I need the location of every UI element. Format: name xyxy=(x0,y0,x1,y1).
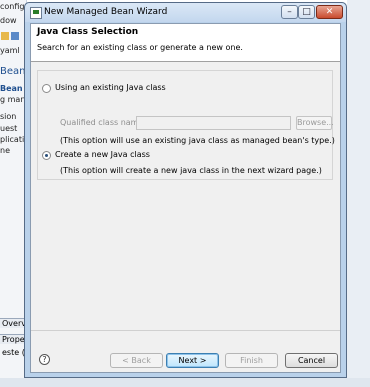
title-bar[interactable]: New Managed Bean Wizard – □ ✕ xyxy=(25,3,346,22)
bg-tab-overview[interactable]: Overvie xyxy=(0,318,26,328)
minimize-button[interactable]: – xyxy=(281,5,298,19)
create-class-radio[interactable] xyxy=(42,151,51,160)
next-button[interactable]: Next > xyxy=(166,353,219,368)
bg-text-manage: g mana xyxy=(0,95,26,104)
java-class-options-group: Using an existing Java class Qualified c… xyxy=(37,70,335,180)
new-managed-bean-wizard-dialog: New Managed Bean Wizard – □ ✕ Java Class… xyxy=(24,2,347,378)
bg-list-item-request[interactable]: uest xyxy=(0,124,17,133)
qualified-class-name-input[interactable] xyxy=(136,116,291,130)
background-right-strip xyxy=(347,0,370,387)
qualified-class-name-label: Qualified class name: xyxy=(60,118,147,127)
bg-tab-properties[interactable]: Prope xyxy=(0,334,26,344)
bg-text-teste: este (Ja xyxy=(2,348,26,357)
existing-class-note: (This option will use an existing java c… xyxy=(60,136,335,145)
close-button[interactable]: ✕ xyxy=(316,5,343,19)
bg-menu-window[interactable]: dow xyxy=(0,16,17,25)
page-description: Search for an existing class or generate… xyxy=(37,43,243,52)
create-class-label[interactable]: Create a new Java class xyxy=(55,150,150,159)
toolbar-icon[interactable] xyxy=(11,32,19,40)
page-title: Java Class Selection xyxy=(37,27,139,37)
existing-class-label[interactable]: Using an existing Java class xyxy=(55,83,166,92)
bg-list-item-none[interactable]: ne xyxy=(0,146,10,155)
create-class-note: (This option will create a new java clas… xyxy=(60,166,322,175)
window-title: New Managed Bean Wizard xyxy=(44,7,168,17)
bg-text-config: config. xyxy=(0,2,27,11)
background-bottom-strip xyxy=(0,378,370,387)
browse-button[interactable]: Browse... xyxy=(296,116,334,130)
bg-tab-yaml[interactable]: yaml xyxy=(0,46,20,55)
finish-button[interactable]: Finish xyxy=(225,353,278,368)
wizard-banner: Java Class Selection Search for an exist… xyxy=(31,24,340,62)
wizard-app-icon xyxy=(30,7,42,19)
bg-section-title: Bean xyxy=(0,66,26,77)
background-editor-strip: config. dow yaml Bean Bean El g mana sio… xyxy=(0,0,27,387)
dialog-content: Java Class Selection Search for an exist… xyxy=(30,23,341,373)
maximize-button[interactable]: □ xyxy=(298,5,315,19)
existing-class-radio[interactable] xyxy=(42,84,51,93)
footer-divider xyxy=(31,330,340,331)
back-button[interactable]: < Back xyxy=(110,353,163,368)
bg-list-item-application[interactable]: plication xyxy=(0,135,26,144)
help-icon[interactable]: ? xyxy=(39,354,50,365)
folder-icon[interactable] xyxy=(1,32,9,40)
bg-list-item-session[interactable]: sion xyxy=(0,112,16,121)
bg-section-subtitle: Bean El xyxy=(0,84,26,93)
cancel-button[interactable]: Cancel xyxy=(285,353,338,368)
